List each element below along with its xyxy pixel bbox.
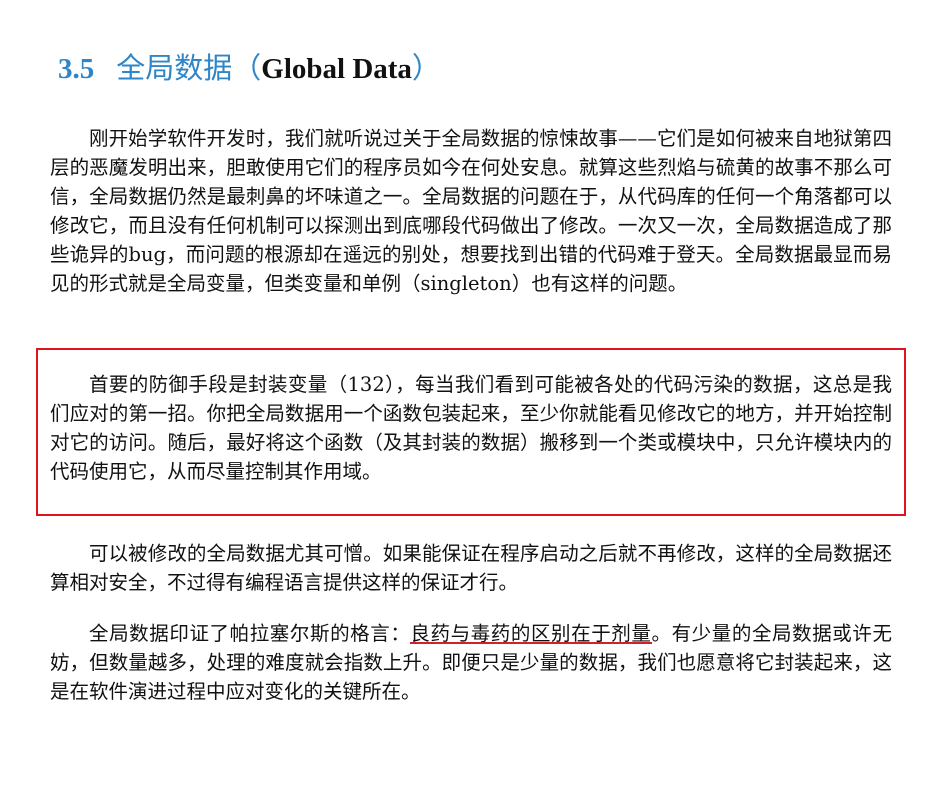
section-title-close-paren: ）	[411, 51, 441, 85]
underlined-maxim: 良药与毒药的区别在于剂量	[410, 622, 652, 645]
paragraph-global-data-intro: 刚开始学软件开发时，我们就听说过关于全局数据的惊悚故事——它们是如何被来自地狱第…	[50, 127, 892, 295]
paragraph-mutable-global-data: 可以被修改的全局数据尤其可憎。如果能保证在程序启动之后就不再修改，这样的全局数据…	[50, 542, 892, 594]
section-number: 3.5	[58, 53, 95, 85]
section-heading: 3.5 全局数据（Global Data）	[58, 48, 441, 89]
paragraph-paracelsus-lead: 全局数据印证了帕拉塞尔斯的格言：	[89, 622, 411, 645]
section-title-chinese: 全局数据（	[116, 51, 262, 85]
paragraph-encapsulate-variable: 首要的防御手段是封装变量（132），每当我们看到可能被各处的代码污染的数据，这总…	[50, 373, 892, 483]
paragraph-paracelsus: 全局数据印证了帕拉塞尔斯的格言：良药与毒药的区别在于剂量。有少量的全局数据或许无…	[50, 619, 892, 706]
book-page: 3.5 全局数据（Global Data） 刚开始学软件开发时，我们就听说过关于全…	[0, 0, 941, 792]
section-title-english: Global Data	[261, 53, 412, 85]
